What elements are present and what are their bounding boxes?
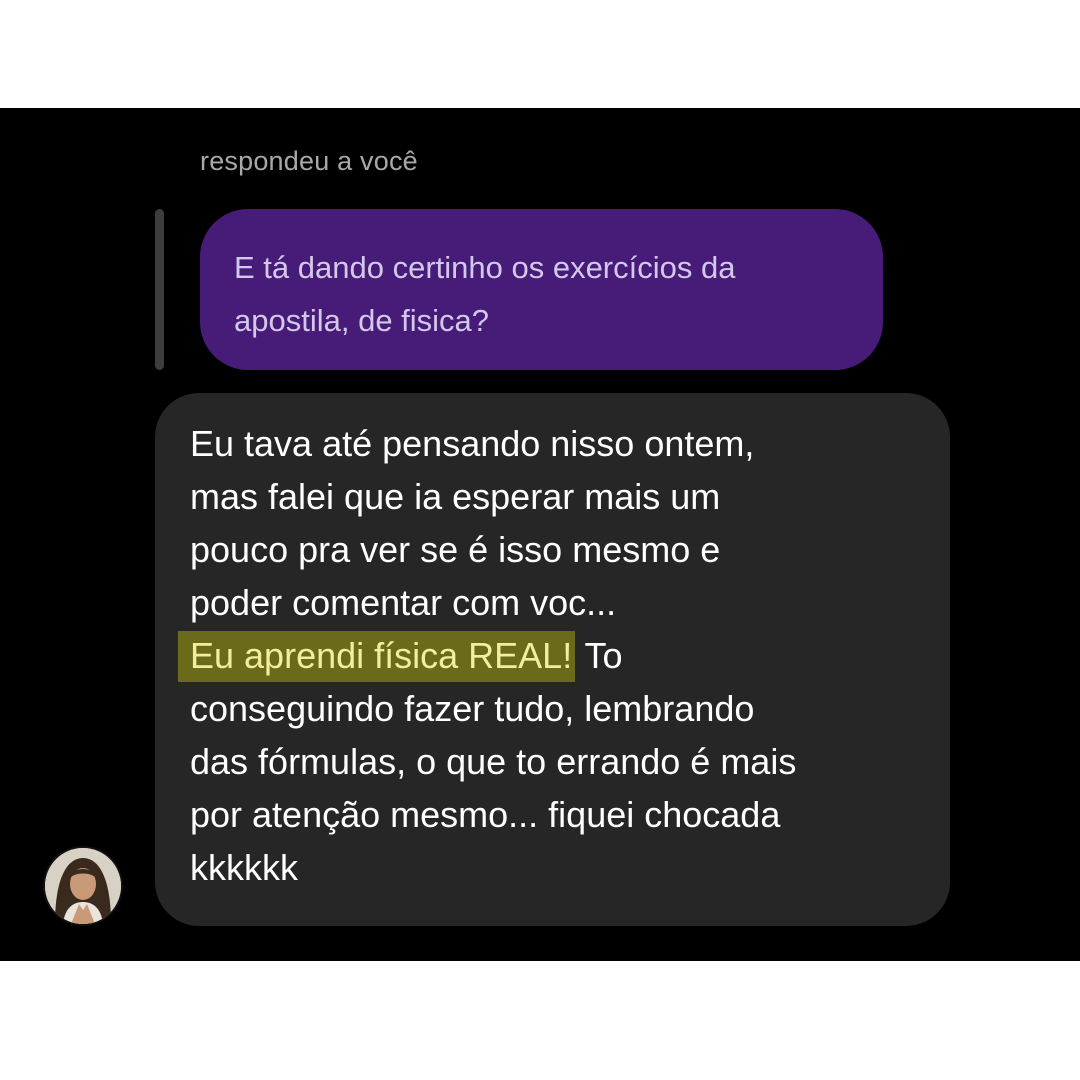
- message-line: poder comentar com voc...: [190, 582, 617, 623]
- chat-thread: respondeu a você E tá dando certinho os …: [0, 108, 1080, 961]
- message-line: mas falei que ia esperar mais um: [190, 476, 721, 517]
- message-line: pouco pra ver se é isso mesmo e: [190, 529, 721, 570]
- sender-avatar[interactable]: [45, 848, 121, 924]
- message-bubble[interactable]: Eu tava até pensando nisso ontem, mas fa…: [155, 393, 950, 926]
- quoted-message-line: E tá dando certinho os exercícios da: [234, 250, 736, 285]
- message-line: kkkkkk: [190, 847, 298, 888]
- message-line-highlighted: Eu aprendi física REAL! To: [178, 629, 930, 682]
- message-line: conseguindo fazer tudo, lembrando: [190, 688, 755, 729]
- message-text: To: [575, 635, 623, 676]
- reply-label: respondeu a você: [200, 146, 418, 176]
- highlighted-text: Eu aprendi física REAL!: [178, 631, 576, 682]
- quote-bar: [155, 209, 164, 370]
- page: respondeu a você E tá dando certinho os …: [0, 0, 1080, 1080]
- message-line: das fórmulas, o que to errando é mais: [190, 741, 797, 782]
- quoted-message-bubble[interactable]: E tá dando certinho os exercícios da apo…: [200, 209, 883, 370]
- quoted-message-line: apostila, de fisica?: [234, 303, 490, 338]
- message-line: por atenção mesmo... fiquei chocada: [190, 794, 781, 835]
- avatar-photo-icon: [45, 848, 121, 924]
- message-line: Eu tava até pensando nisso ontem,: [190, 423, 755, 464]
